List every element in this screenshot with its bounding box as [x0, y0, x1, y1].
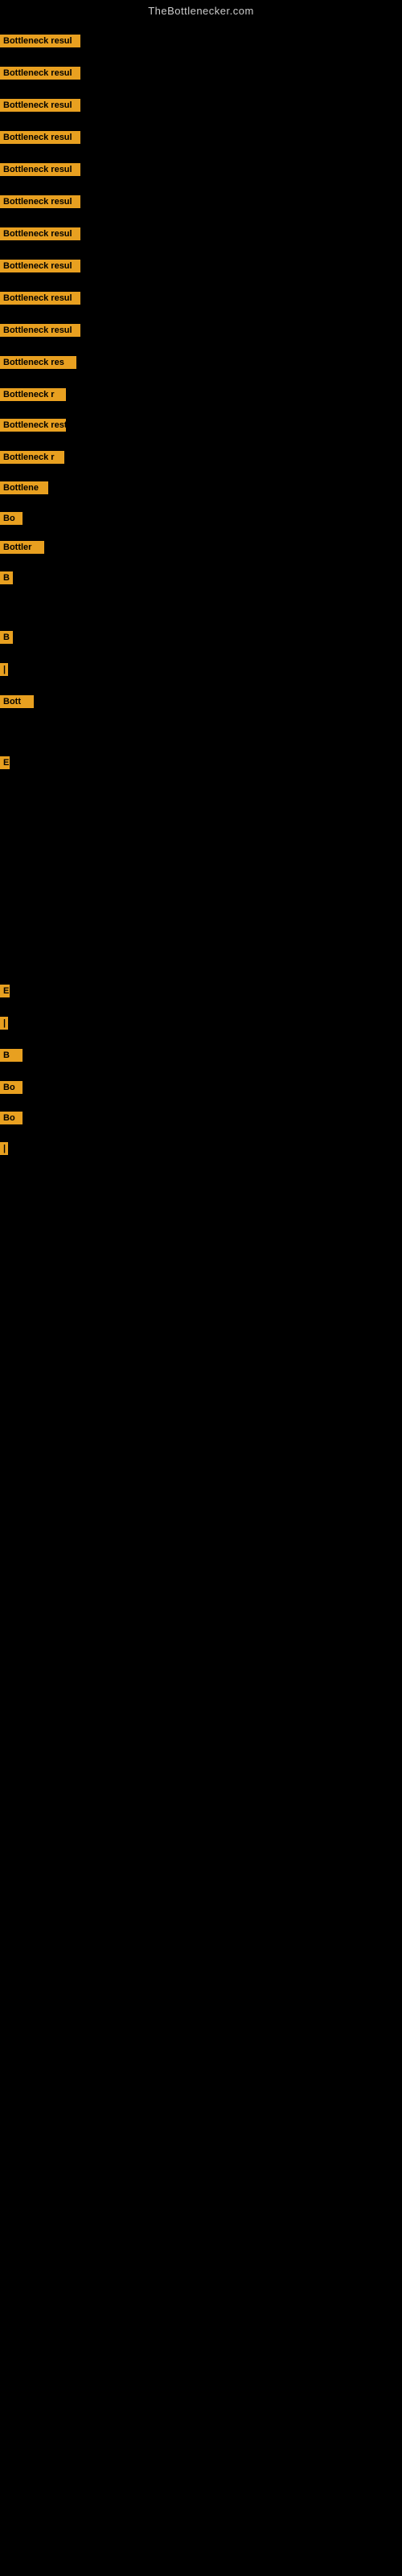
bar-row-20: |: [0, 663, 8, 676]
bar-row-27: Bo: [0, 1112, 23, 1124]
bar-row-28: |: [0, 1142, 8, 1155]
bar-row-12: Bottleneck r: [0, 388, 66, 401]
bar-label-15[interactable]: Bottlene: [0, 481, 48, 494]
bar-row-21: Bott: [0, 695, 34, 708]
bar-row-26: Bo: [0, 1081, 23, 1094]
bar-label-6[interactable]: Bottleneck resul: [0, 195, 80, 208]
bar-label-10[interactable]: Bottleneck resul: [0, 324, 80, 337]
bar-row-5: Bottleneck resul: [0, 163, 80, 176]
bar-label-12[interactable]: Bottleneck r: [0, 388, 66, 401]
bar-label-19[interactable]: B: [0, 631, 13, 644]
bar-row-9: Bottleneck resul: [0, 292, 80, 305]
bar-row-25: B: [0, 1049, 23, 1062]
bar-row-1: Bottleneck resul: [0, 35, 80, 47]
bar-label-25[interactable]: B: [0, 1049, 23, 1062]
bar-row-4: Bottleneck resul: [0, 131, 80, 144]
bar-row-15: Bottlene: [0, 481, 48, 494]
bar-label-2[interactable]: Bottleneck resul: [0, 67, 80, 80]
bar-row-23: E: [0, 985, 10, 997]
bar-row-13: Bottleneck rest: [0, 419, 66, 432]
bar-row-8: Bottleneck resul: [0, 260, 80, 272]
bar-label-14[interactable]: Bottleneck r: [0, 451, 64, 464]
bar-label-26[interactable]: Bo: [0, 1081, 23, 1094]
bar-label-24[interactable]: |: [0, 1017, 8, 1030]
bar-label-1[interactable]: Bottleneck resul: [0, 35, 80, 47]
bar-label-17[interactable]: Bottler: [0, 541, 44, 554]
bar-label-3[interactable]: Bottleneck resul: [0, 99, 80, 112]
bar-row-6: Bottleneck resul: [0, 195, 80, 208]
bar-row-17: Bottler: [0, 541, 44, 554]
bar-label-22[interactable]: E: [0, 756, 10, 769]
bar-label-20[interactable]: |: [0, 663, 8, 676]
bar-label-28[interactable]: |: [0, 1142, 8, 1155]
bar-row-16: Bo: [0, 512, 23, 525]
bar-row-11: Bottleneck res: [0, 356, 76, 369]
bar-label-8[interactable]: Bottleneck resul: [0, 260, 80, 272]
bar-label-5[interactable]: Bottleneck resul: [0, 163, 80, 176]
bar-label-23[interactable]: E: [0, 985, 10, 997]
bar-label-27[interactable]: Bo: [0, 1112, 23, 1124]
bar-label-11[interactable]: Bottleneck res: [0, 356, 76, 369]
bar-label-13[interactable]: Bottleneck rest: [0, 419, 66, 432]
bar-row-7: Bottleneck resul: [0, 227, 80, 240]
bar-row-2: Bottleneck resul: [0, 67, 80, 80]
bar-label-16[interactable]: Bo: [0, 512, 23, 525]
bar-row-3: Bottleneck resul: [0, 99, 80, 112]
bar-label-9[interactable]: Bottleneck resul: [0, 292, 80, 305]
bar-label-21[interactable]: Bott: [0, 695, 34, 708]
bar-row-18: B: [0, 571, 13, 584]
bar-label-18[interactable]: B: [0, 571, 13, 584]
bar-row-10: Bottleneck resul: [0, 324, 80, 337]
bar-row-24: |: [0, 1017, 8, 1030]
bar-label-4[interactable]: Bottleneck resul: [0, 131, 80, 144]
bar-row-14: Bottleneck r: [0, 451, 64, 464]
bar-label-7[interactable]: Bottleneck resul: [0, 227, 80, 240]
site-title: TheBottlenecker.com: [0, 0, 402, 20]
bar-row-22: E: [0, 756, 10, 769]
bar-row-19: B: [0, 631, 13, 644]
